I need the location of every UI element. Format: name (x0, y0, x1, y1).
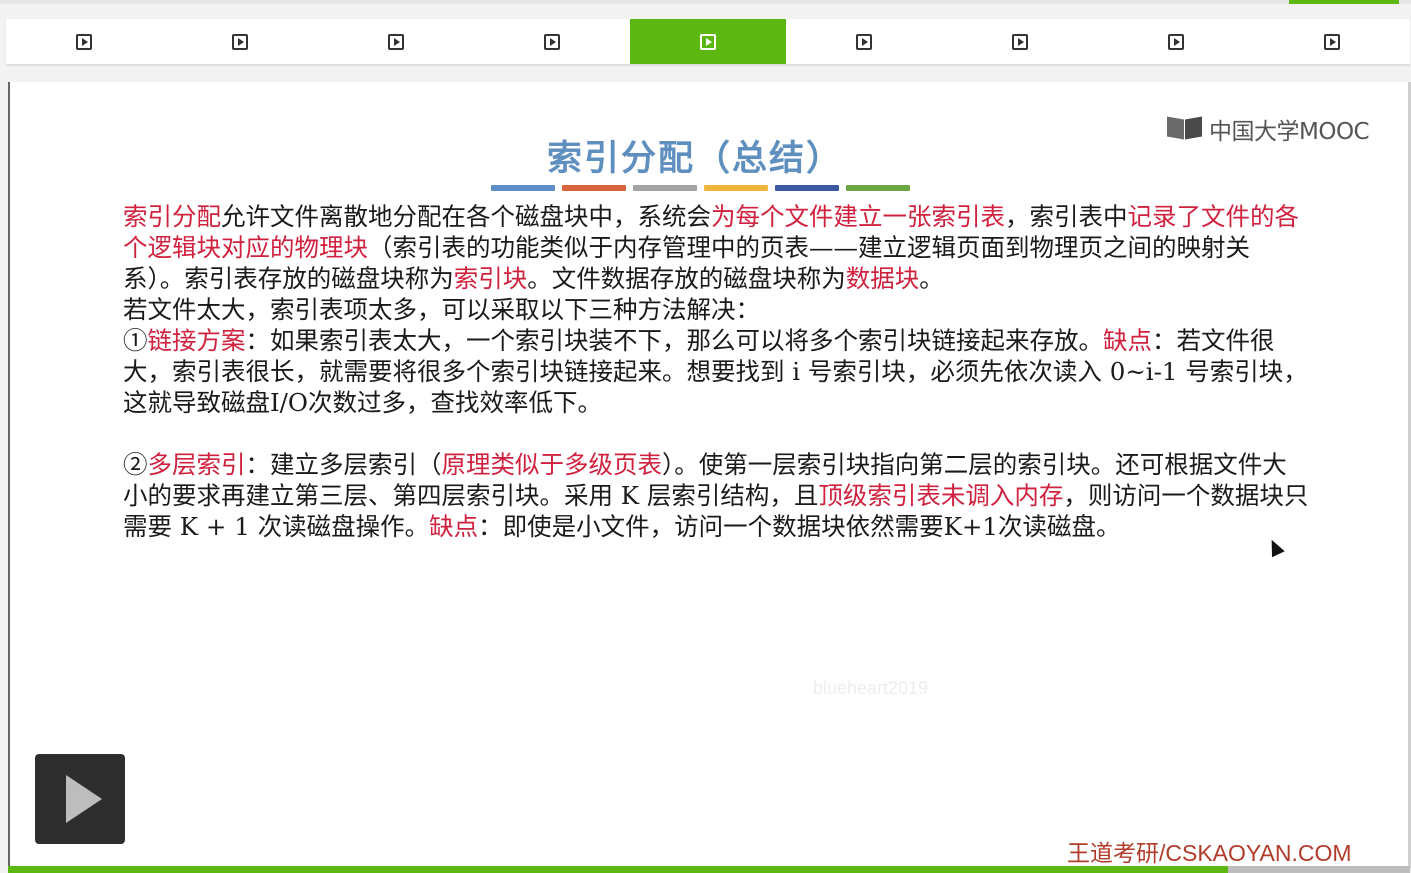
title-color-bar-5 (775, 185, 839, 191)
play-video-icon (1168, 33, 1184, 50)
slide-canvas: 中国大学MOOC 索引分配（总结） 索引分配允许文件离散地分配在各个磁盘块中，系… (8, 82, 1411, 868)
body-text: 若文件太大，索引表项太多，可以采取以下三种方法解决： (123, 295, 760, 324)
title-color-bars (491, 185, 910, 191)
highlight-text: 索引分配 (123, 202, 221, 231)
play-video-icon (76, 33, 92, 50)
body-text: ② (123, 450, 148, 479)
body-text: ：即使是小文件，访问一个数据块依然需要K+1次读磁盘。 (478, 512, 1121, 541)
play-video-icon (700, 33, 716, 50)
segment-3[interactable] (318, 19, 474, 64)
segment-1[interactable] (6, 19, 162, 64)
play-button[interactable] (35, 754, 125, 844)
play-video-icon (388, 33, 404, 50)
body-text: ：如果索引表太大，一个索引块装不下，那么可以将多个索引块链接起来存放。 (245, 326, 1104, 355)
slide-paragraph-3: ①链接方案：如果索引表太大，一个索引块装不下，那么可以将多个索引块链接起来存放。… (123, 325, 1309, 418)
slide-content: 索引分配允许文件离散地分配在各个磁盘块中，系统会为每个文件建立一张索引表，索引表… (123, 201, 1309, 542)
segment-navigation-bar (6, 19, 1410, 65)
highlight-text: 数据块 (845, 264, 920, 293)
highlight-text: 索引块 (453, 264, 528, 293)
segment-2[interactable] (162, 19, 318, 64)
play-icon (66, 775, 102, 823)
highlight-text: 为每个文件建立一张索引表 (711, 202, 1005, 231)
highlight-text: 缺点 (1103, 326, 1152, 355)
play-video-icon (1324, 33, 1340, 50)
title-color-bar-3 (633, 185, 697, 191)
watermark-text: blueheart2019 (813, 678, 929, 698)
body-text: ① (123, 326, 148, 355)
top-progress-accent (1289, 0, 1399, 4)
title-color-bar-1 (491, 185, 555, 191)
title-color-bar-2 (562, 185, 626, 191)
segment-7[interactable] (942, 19, 1098, 64)
segment-8[interactable] (1098, 19, 1254, 64)
segment-5[interactable] (630, 19, 786, 64)
title-color-bar-6 (846, 185, 910, 191)
play-video-icon (544, 33, 560, 50)
highlight-text: 链接方案 (147, 326, 246, 355)
body-text: ，索引表中 (1005, 202, 1128, 231)
highlight-text: 缺点 (429, 512, 479, 541)
body-text: 允许文件离散地分配在各个磁盘块中，系统会 (221, 202, 711, 231)
top-progress-bar (0, 0, 1411, 4)
highlight-text: 原理类似于多级页表 (441, 450, 663, 479)
video-progress-bar[interactable] (8, 866, 1410, 873)
slide-paragraph-2: 若文件太大，索引表项太多，可以采取以下三种方法解决： (123, 294, 1309, 325)
body-text: 。 (919, 264, 944, 293)
slide-title: 索引分配（总结） (546, 138, 843, 179)
body-text: 。文件数据存放的磁盘块称为 (527, 264, 846, 293)
title-color-bar-4 (704, 185, 768, 191)
segment-6[interactable] (786, 19, 942, 64)
segment-4[interactable] (474, 19, 630, 64)
footer-brand: 王道考研/CSKAOYAN.COM (1067, 840, 1352, 866)
play-video-icon (232, 33, 248, 50)
play-video-icon (856, 33, 872, 50)
slide-paragraph-1: 索引分配允许文件离散地分配在各个磁盘块中，系统会为每个文件建立一张索引表，索引表… (123, 201, 1309, 294)
segment-9[interactable] (1254, 19, 1410, 64)
play-video-icon (1012, 33, 1028, 50)
body-text: ：建立多层索引（ (245, 450, 442, 479)
highlight-text: 多层索引 (147, 450, 246, 479)
slide-paragraph-4: ②多层索引：建立多层索引（原理类似于多级页表）。使第一层索引块指向第二层的索引块… (123, 449, 1309, 542)
highlight-text: 顶级索引表未调入内存 (818, 481, 1064, 510)
video-progress-fill (8, 866, 1228, 873)
